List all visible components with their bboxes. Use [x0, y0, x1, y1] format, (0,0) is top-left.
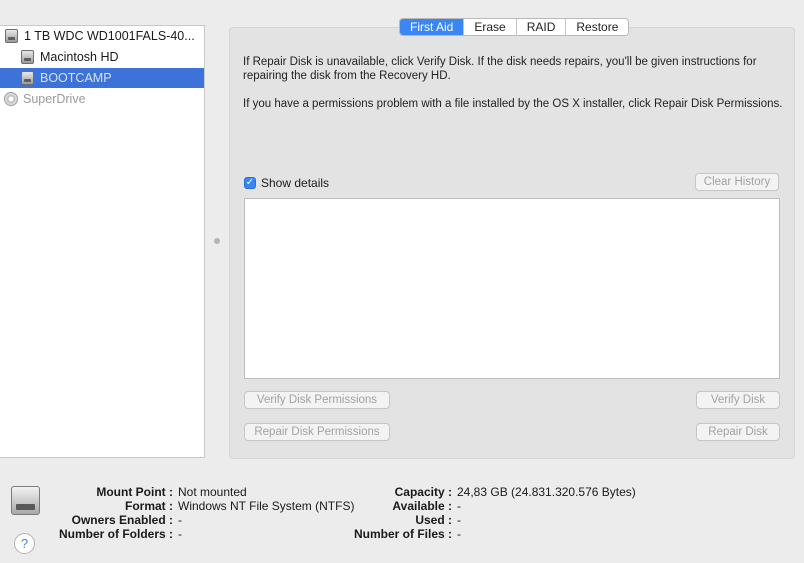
repair-disk-button[interactable]: Repair Disk — [696, 423, 780, 441]
mount-point-label: Mount Point : — [96, 485, 173, 499]
mount-point-value: Not mounted — [178, 485, 247, 499]
owners-enabled-value: - — [178, 513, 182, 527]
sidebar-item-physical-disk[interactable]: 1 TB WDC WD1001FALS-40... — [5, 26, 209, 46]
number-of-folders-label: Number of Folders : — [58, 527, 173, 541]
repair-disk-permissions-button[interactable]: Repair Disk Permissions — [244, 423, 390, 441]
format-value: Windows NT File System (NTFS) — [178, 499, 355, 513]
clear-history-button[interactable]: Clear History — [695, 173, 779, 191]
disk-sidebar[interactable]: 1 TB WDC WD1001FALS-40... Macintosh HD B… — [0, 25, 205, 458]
details-log[interactable] — [244, 198, 780, 379]
owners-enabled-label: Owners Enabled : — [71, 513, 173, 527]
show-details-checkbox[interactable]: ✓ — [244, 177, 256, 189]
tab-raid[interactable]: RAID — [516, 19, 567, 35]
sidebar-item-label: 1 TB WDC WD1001FALS-40... — [24, 29, 195, 43]
used-value: - — [457, 513, 461, 527]
sidebar-item-label: SuperDrive — [23, 92, 86, 106]
hard-drive-icon — [5, 28, 21, 44]
number-of-files-label: Number of Files : — [353, 527, 452, 541]
tab-erase[interactable]: Erase — [464, 19, 517, 35]
sidebar-item-macintosh-hd[interactable]: Macintosh HD — [0, 47, 204, 67]
help-button[interactable]: ? — [14, 533, 35, 554]
volume-icon — [21, 49, 37, 65]
capacity-value: 24,83 GB (24.831.320.576 Bytes) — [457, 485, 636, 499]
volume-info-drive-icon — [11, 486, 40, 515]
available-value: - — [457, 499, 461, 513]
sidebar-item-label: Macintosh HD — [40, 50, 119, 64]
show-details-label: Show details — [261, 176, 330, 190]
format-label: Format : — [125, 499, 173, 513]
permissions-instructions: If you have a permissions problem with a… — [243, 98, 783, 110]
sidebar-item-bootcamp[interactable]: BOOTCAMP — [0, 68, 204, 88]
tab-bar: First Aid Erase RAID Restore — [399, 18, 630, 36]
tab-restore[interactable]: Restore — [566, 19, 629, 35]
first-aid-instructions: If Repair Disk is unavailable, click Ver… — [243, 56, 757, 82]
tab-first-aid[interactable]: First Aid — [400, 19, 465, 35]
number-of-folders-value: - — [178, 527, 182, 541]
verify-disk-permissions-button[interactable]: Verify Disk Permissions — [244, 391, 390, 409]
available-label: Available : — [392, 499, 452, 513]
used-label: Used : — [415, 513, 452, 527]
sidebar-item-superdrive[interactable]: SuperDrive — [4, 89, 208, 109]
capacity-label: Capacity : — [394, 485, 452, 499]
verify-disk-button[interactable]: Verify Disk — [696, 391, 780, 409]
sidebar-item-label: BOOTCAMP — [40, 71, 112, 85]
split-view-handle[interactable] — [214, 238, 220, 244]
volume-icon — [21, 70, 37, 86]
optical-drive-icon — [4, 91, 20, 107]
show-details-control[interactable]: ✓ Show details — [244, 176, 329, 190]
number-of-files-value: - — [457, 527, 461, 541]
